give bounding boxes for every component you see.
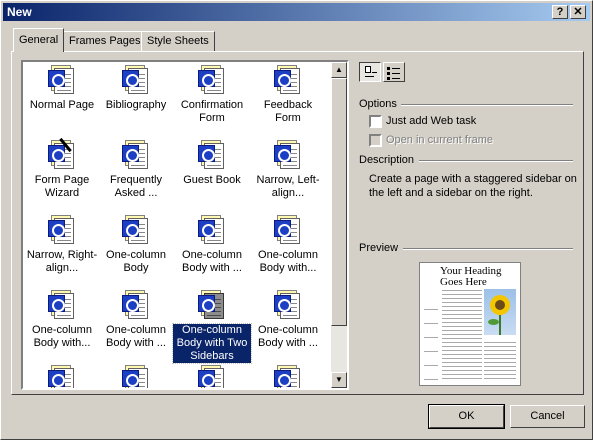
template-item[interactable]: Frequently Asked ... bbox=[97, 139, 175, 200]
scroll-down-button[interactable]: ▼ bbox=[331, 372, 347, 388]
template-item-label: Confirmation Form bbox=[180, 99, 244, 124]
template-item[interactable]: Narrow, Left-align... bbox=[249, 139, 327, 200]
tab-general[interactable]: General bbox=[13, 28, 65, 52]
sunflower-image bbox=[484, 289, 516, 335]
web-page-icon bbox=[274, 364, 302, 388]
ok-button[interactable]: OK bbox=[428, 404, 505, 429]
web-page-icon bbox=[274, 289, 302, 321]
description-divider bbox=[419, 160, 573, 162]
web-page-icon bbox=[198, 289, 226, 321]
options-divider bbox=[401, 104, 573, 106]
web-page-icon bbox=[198, 64, 226, 96]
web-page-icon bbox=[198, 139, 226, 171]
template-item[interactable]: Feedback Form bbox=[249, 64, 327, 125]
open-in-current-frame-label: Open in current frame bbox=[386, 134, 493, 146]
template-item-label: Normal Page bbox=[29, 99, 95, 111]
web-page-icon bbox=[122, 289, 150, 321]
web-page-icon bbox=[48, 214, 76, 246]
options-heading: Options bbox=[359, 98, 397, 110]
template-item-label: Narrow, Left-align... bbox=[256, 174, 320, 199]
template-item-label: One-column Body with ... bbox=[258, 324, 318, 349]
window-title: New bbox=[7, 5, 32, 19]
tab-frames-pages[interactable]: Frames Pages bbox=[63, 31, 147, 51]
template-item-label: One-column Body bbox=[106, 249, 166, 274]
web-page-icon bbox=[48, 64, 76, 96]
template-item-label: Frequently Asked ... bbox=[110, 174, 162, 199]
template-item[interactable]: One-column Body with ... bbox=[249, 289, 327, 350]
template-item[interactable]: Normal Page bbox=[23, 64, 101, 112]
web-page-icon bbox=[122, 64, 150, 96]
template-item[interactable]: Guest Book bbox=[173, 139, 251, 187]
web-page-icon bbox=[198, 364, 226, 388]
web-page-icon bbox=[122, 214, 150, 246]
template-item[interactable]: One-column Body with... bbox=[249, 214, 327, 275]
template-item-label: Feedback Form bbox=[263, 99, 313, 124]
cancel-button[interactable]: Cancel bbox=[510, 405, 585, 428]
template-item-label: Guest Book bbox=[183, 174, 241, 186]
template-item[interactable] bbox=[23, 364, 101, 388]
template-item-label: One-column Body with... bbox=[32, 324, 92, 349]
wizard-page-icon bbox=[48, 137, 76, 171]
template-item[interactable]: Bibliography bbox=[97, 64, 175, 112]
web-page-icon bbox=[274, 64, 302, 96]
template-item-label: One-column Body with Two Sidebars bbox=[172, 323, 252, 364]
vertical-scrollbar[interactable]: ▲ ▼ bbox=[331, 62, 347, 388]
template-preview: Your Heading Goes Here bbox=[419, 262, 521, 386]
template-item-label: Bibliography bbox=[105, 99, 167, 111]
template-item[interactable]: One-column Body with ... bbox=[97, 289, 175, 350]
preview-divider bbox=[403, 248, 573, 250]
web-page-icon bbox=[48, 364, 76, 388]
web-page-icon bbox=[274, 214, 302, 246]
template-item[interactable] bbox=[173, 364, 251, 388]
large-icons-view-button[interactable] bbox=[359, 62, 381, 82]
web-page-icon bbox=[122, 139, 150, 171]
just-add-web-task-checkbox[interactable] bbox=[369, 115, 382, 128]
preview-heading: Preview bbox=[359, 242, 399, 254]
title-bar[interactable]: New ? ✕ bbox=[3, 3, 590, 21]
preview-page-heading: Your Heading Goes Here bbox=[440, 265, 502, 288]
template-item[interactable]: One-column Body bbox=[97, 214, 175, 275]
web-page-icon bbox=[122, 364, 150, 388]
template-item[interactable] bbox=[97, 364, 175, 388]
template-item-label: Narrow, Right-align... bbox=[26, 249, 98, 274]
template-list[interactable]: Normal Page Bibliography Confirmation Form… bbox=[21, 60, 349, 390]
description-heading: Description bbox=[359, 154, 415, 166]
details-view-button[interactable] bbox=[383, 62, 405, 82]
web-page-icon bbox=[274, 139, 302, 171]
web-page-icon bbox=[198, 214, 226, 246]
template-item[interactable]: Narrow, Right-align... bbox=[23, 214, 101, 275]
description-text: Create a page with a staggered sidebar o… bbox=[369, 173, 577, 199]
template-item[interactable]: One-column Body with... bbox=[23, 289, 101, 350]
template-item[interactable] bbox=[249, 364, 327, 388]
help-button[interactable]: ? bbox=[552, 5, 568, 19]
template-item-label: One-column Body with ... bbox=[106, 324, 166, 349]
template-item-label: One-column Body with ... bbox=[182, 249, 242, 274]
scroll-up-button[interactable]: ▲ bbox=[331, 62, 347, 78]
just-add-web-task-label[interactable]: Just add Web task bbox=[386, 115, 476, 127]
template-item[interactable]: One-column Body with ... bbox=[173, 214, 251, 275]
web-page-icon bbox=[48, 289, 76, 321]
template-item-label: Form Page Wizard bbox=[34, 174, 90, 199]
scroll-thumb[interactable] bbox=[331, 78, 347, 326]
close-button[interactable]: ✕ bbox=[570, 5, 586, 19]
template-item[interactable]: One-column Body with Two Sidebars bbox=[172, 289, 252, 364]
tab-style-sheets[interactable]: Style Sheets bbox=[141, 31, 215, 51]
template-item[interactable]: Form Page Wizard bbox=[23, 137, 101, 200]
template-item-label: One-column Body with... bbox=[258, 249, 318, 274]
template-item[interactable]: Confirmation Form bbox=[173, 64, 251, 125]
new-dialog: New ? ✕ General Frames Pages Style Sheet… bbox=[0, 0, 593, 440]
open-in-current-frame-checkbox bbox=[369, 134, 382, 147]
